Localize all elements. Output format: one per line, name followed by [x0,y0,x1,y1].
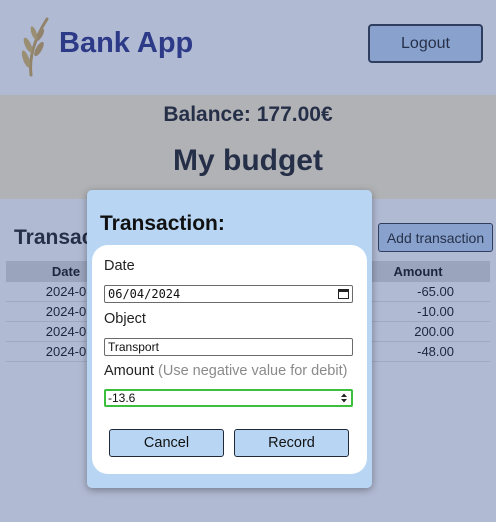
object-label: Object [104,311,146,327]
calendar-icon[interactable] [338,288,349,299]
amount-field[interactable]: -13.6 [104,389,353,407]
amount-label: Amount [104,363,154,379]
amount-label-row: Amount (Use negative value for debit) [104,363,347,379]
amount-hint: (Use negative value for debit) [158,363,348,379]
cancel-button[interactable]: Cancel [109,429,224,457]
record-button[interactable]: Record [234,429,349,457]
dialog-title: Transaction: [100,212,225,235]
spinner-arrows-icon[interactable] [340,392,348,404]
object-value: Transport [108,340,159,354]
object-field[interactable]: Transport [104,338,353,356]
date-field[interactable]: 06/04/2024 [104,285,353,303]
date-label: Date [104,258,135,274]
amount-value: -13.6 [108,391,136,405]
transaction-form: Date 06/04/2024 Object Transport Amount … [92,245,367,474]
transaction-dialog: Transaction: Date 06/04/2024 Object Tran… [87,190,372,488]
date-value: 06/04/2024 [108,287,181,301]
